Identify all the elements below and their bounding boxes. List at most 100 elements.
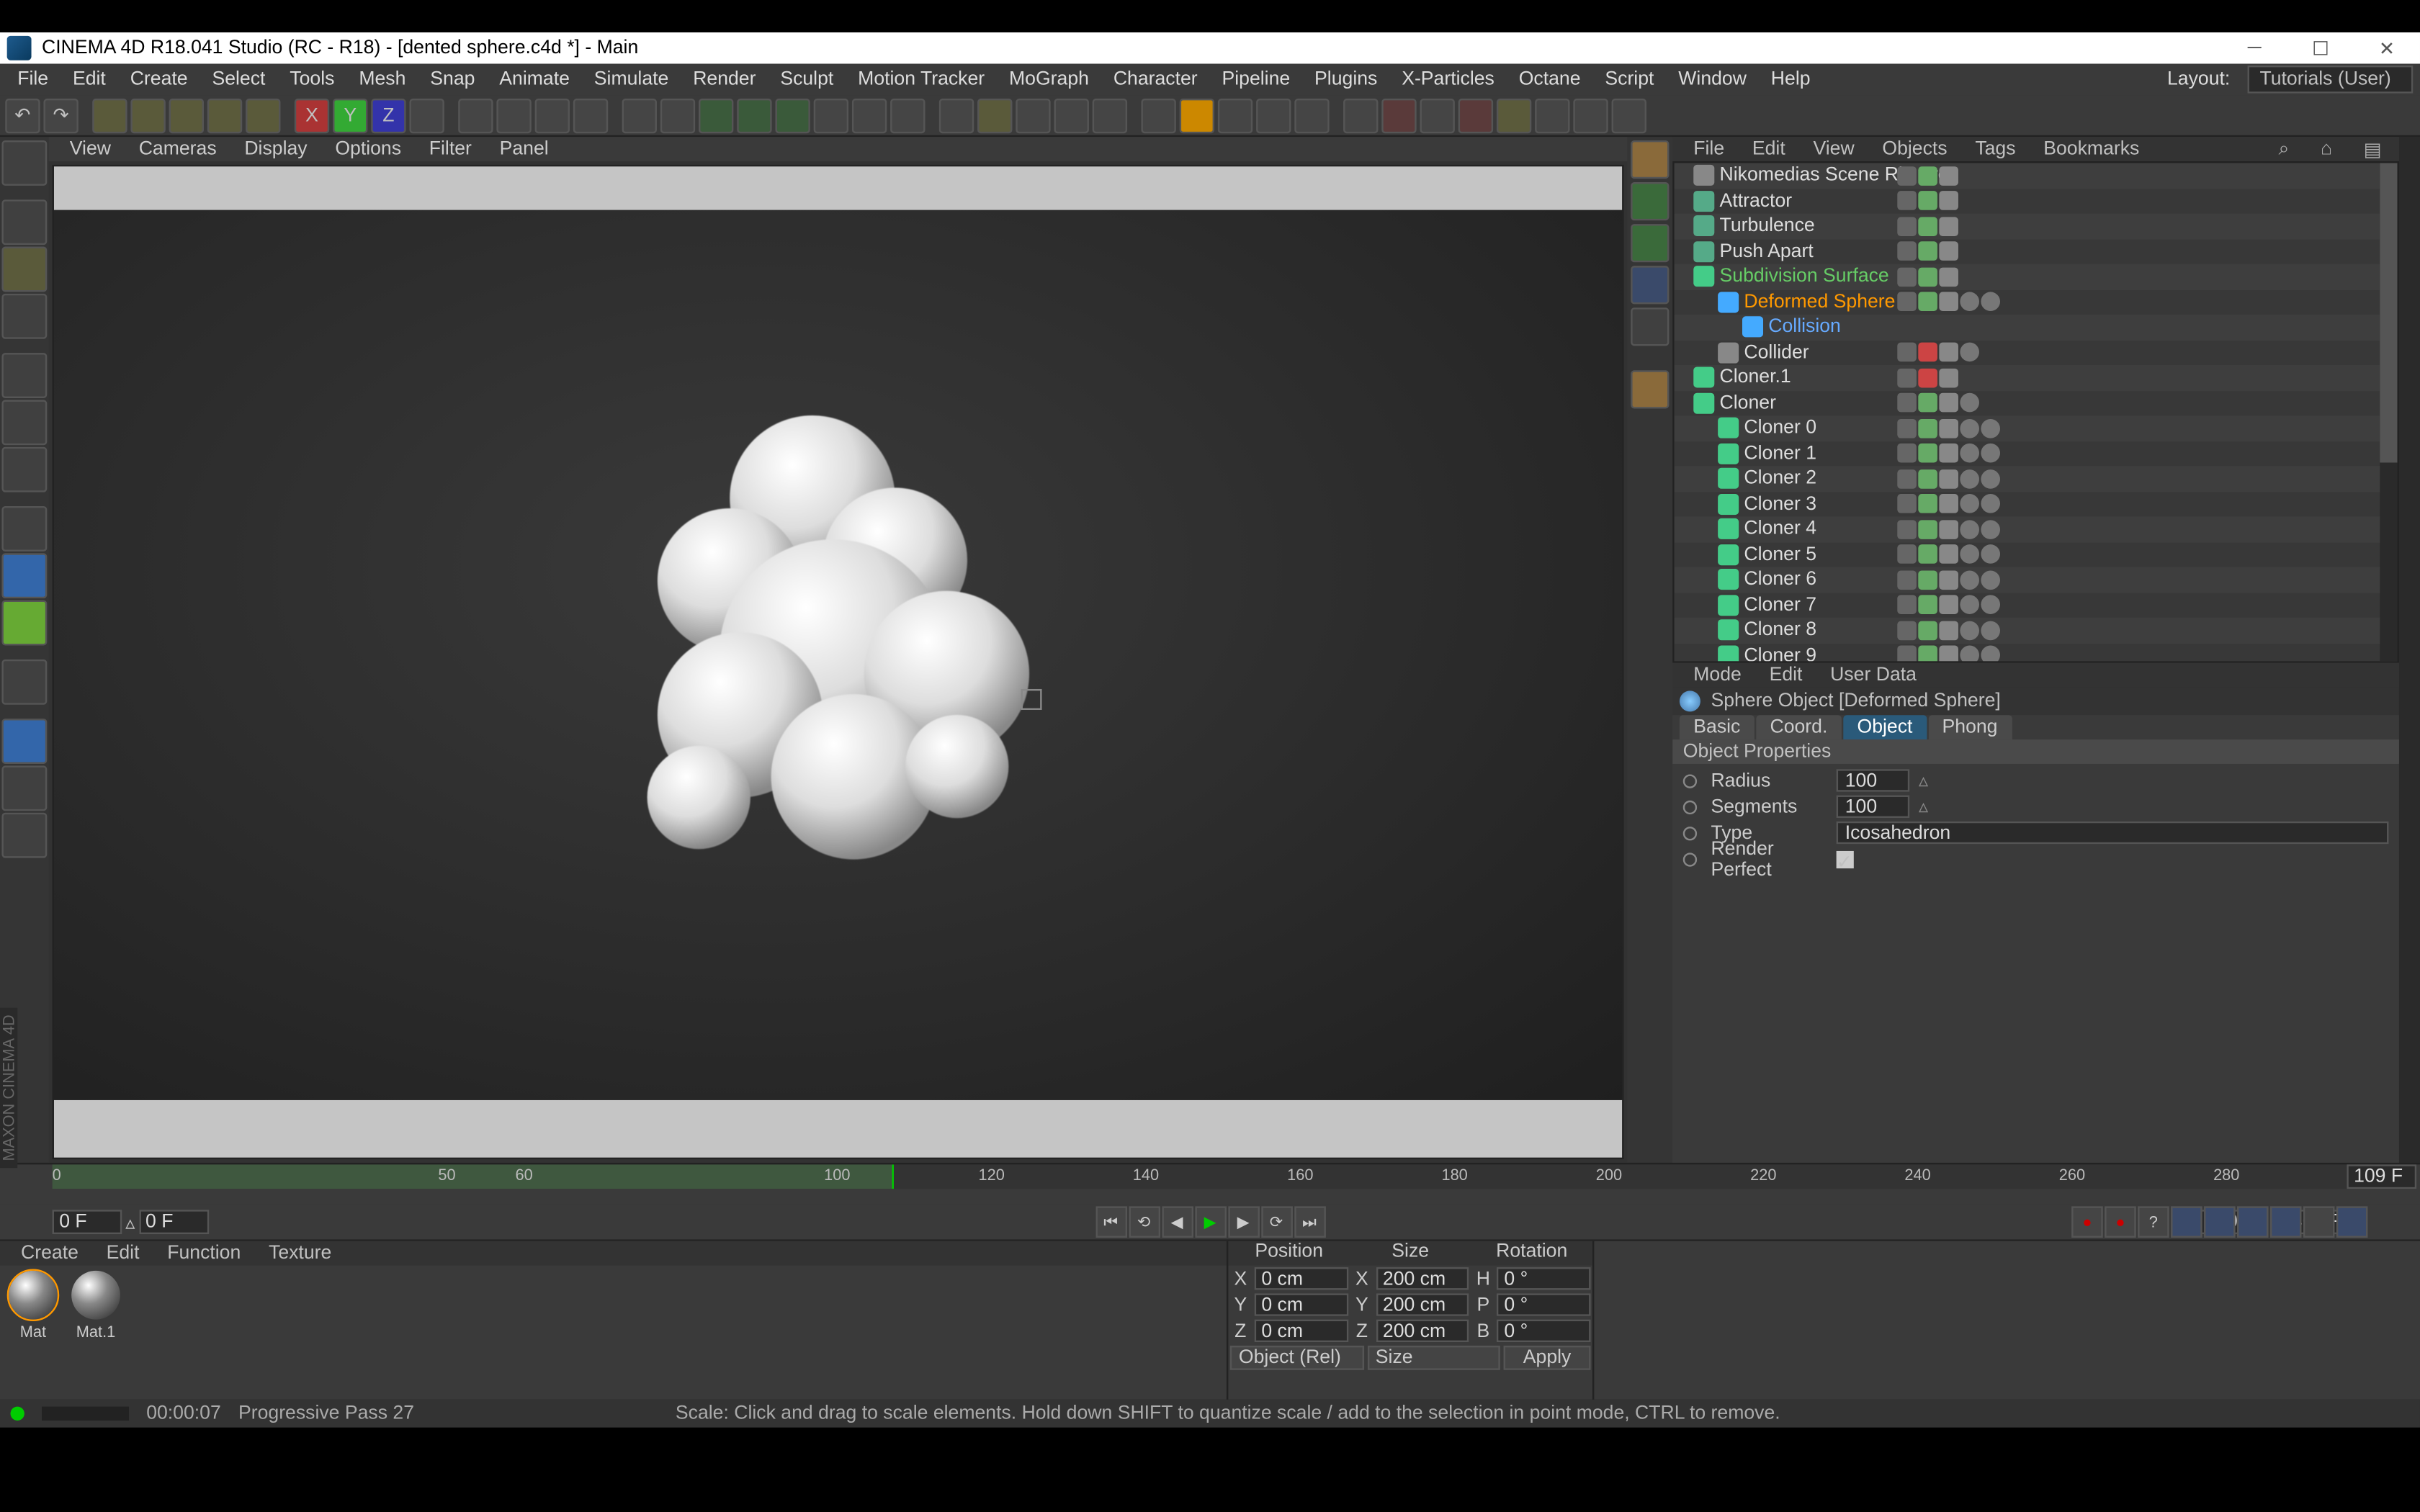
planar-workplane-button[interactable] (1, 719, 47, 764)
coord-input[interactable]: 200 cm (1376, 1320, 1469, 1342)
tag-icon[interactable] (1960, 621, 1979, 640)
spinner-icon[interactable]: ▵ (1917, 796, 1930, 818)
tree-row[interactable]: Cloner.1 (1675, 365, 2398, 390)
vp-menu-panel[interactable]: Panel (489, 139, 559, 160)
object-name[interactable]: Cloner 8 (1744, 620, 2397, 641)
tree-row[interactable]: Cloner 1 (1675, 441, 2398, 466)
vp-menu-filter[interactable]: Filter (418, 139, 482, 160)
render-view-button[interactable] (458, 98, 493, 132)
tag-icon[interactable] (1897, 418, 1917, 438)
tag-icon[interactable] (1918, 570, 1937, 590)
type-select[interactable]: Icosahedron (1837, 822, 2389, 844)
tag-icon[interactable] (1981, 595, 2000, 615)
octane-button-7[interactable] (1573, 98, 1608, 132)
redo-button[interactable]: ↷ (43, 98, 78, 132)
tag-icon[interactable] (1918, 595, 1937, 615)
menu-xparticles[interactable]: X-Particles (1392, 69, 1505, 90)
plugin-button-1[interactable] (1141, 98, 1175, 132)
select-tool-button[interactable] (92, 98, 127, 132)
coord-input[interactable]: 0 ° (1497, 1293, 1591, 1315)
object-name[interactable]: Cloner 3 (1744, 493, 2397, 514)
tree-row[interactable]: Cloner 9 (1675, 643, 2398, 663)
octane-button-4[interactable] (1458, 98, 1493, 132)
menu-animate[interactable]: Animate (489, 69, 581, 90)
tag-icon[interactable] (1981, 545, 2000, 564)
tag-icon[interactable] (1981, 646, 2000, 663)
material-slot[interactable]: Mat.1 (68, 1271, 123, 1395)
keyframe-dot-icon[interactable] (1683, 773, 1697, 787)
om-menu-objects[interactable]: Objects (1872, 139, 1958, 160)
tag-icon[interactable] (1981, 495, 2000, 514)
octane-button-6[interactable] (1535, 98, 1569, 132)
tag-icon[interactable] (1981, 621, 2000, 640)
menu-render[interactable]: Render (683, 69, 766, 90)
tree-row[interactable]: Cloner 5 (1675, 542, 2398, 567)
om-menu-file[interactable]: File (1683, 139, 1735, 160)
menu-script[interactable]: Script (1595, 69, 1664, 90)
tag-icon[interactable] (1939, 495, 1958, 514)
menu-snap[interactable]: Snap (420, 69, 485, 90)
move-tool-button[interactable] (130, 98, 165, 132)
z-axis-lock-button[interactable]: Z (371, 98, 405, 132)
tag-icon[interactable] (1918, 393, 1937, 413)
tree-row[interactable]: Cloner 0 (1675, 415, 2398, 441)
tag-icon[interactable] (1897, 292, 1917, 312)
coord-input[interactable]: 0 cm (1255, 1267, 1348, 1290)
coord-input[interactable]: 0 cm (1255, 1320, 1348, 1342)
null-button[interactable] (622, 98, 657, 132)
tag-icon[interactable] (1897, 469, 1917, 489)
tag-icon[interactable] (1960, 418, 1979, 438)
viewport-solo-button[interactable] (1, 553, 47, 598)
tab-object[interactable]: Object (1843, 715, 1927, 739)
tag-icon[interactable] (1960, 495, 1979, 514)
tag-icon[interactable] (1897, 343, 1917, 362)
tree-row[interactable]: Cloner 2 (1675, 466, 2398, 491)
light-button[interactable] (890, 98, 925, 132)
render-settings-button[interactable] (573, 98, 608, 132)
tag-icon[interactable] (1960, 570, 1979, 590)
mat-menu-create[interactable]: Create (11, 1243, 89, 1264)
timeline[interactable]: 05060100120140160180200220240260280300 1… (0, 1163, 2420, 1205)
octane-button-2[interactable] (1381, 98, 1416, 132)
lasttool-button[interactable] (246, 98, 280, 132)
menu-help[interactable]: Help (1760, 69, 1821, 90)
tag-icon[interactable] (1960, 444, 1979, 463)
render-pv-button[interactable] (535, 98, 570, 132)
tag-icon[interactable] (1981, 570, 2000, 590)
tag-icon[interactable] (1918, 166, 1937, 186)
palette-cube-button[interactable] (1631, 140, 1669, 179)
deformer-button[interactable] (775, 98, 810, 132)
scale-tool-button[interactable] (169, 98, 204, 132)
tag-icon[interactable] (1939, 166, 1958, 186)
segments-input[interactable]: 100 (1837, 796, 1910, 818)
tag-icon[interactable] (1897, 570, 1917, 590)
mat-menu-edit[interactable]: Edit (96, 1243, 150, 1264)
menu-edit[interactable]: Edit (62, 69, 116, 90)
tree-row[interactable]: Cloner 8 (1675, 618, 2398, 643)
om-menu-bookmarks[interactable]: Bookmarks (2033, 139, 2150, 160)
key-pla-button[interactable] (2303, 1206, 2335, 1238)
tag-icon[interactable] (1897, 368, 1917, 387)
tag-icon[interactable] (1960, 595, 1979, 615)
menu-character[interactable]: Character (1103, 69, 1208, 90)
close-button[interactable]: ✕ (2354, 32, 2420, 64)
tab-phong[interactable]: Phong (1928, 715, 2012, 739)
tag-icon[interactable] (1897, 166, 1917, 186)
tree-row[interactable]: Turbulence (1675, 214, 2398, 239)
menu-create[interactable]: Create (120, 69, 198, 90)
maximize-button[interactable]: ☐ (2287, 32, 2354, 64)
tag-icon[interactable] (1939, 595, 1958, 615)
tool-button-4[interactable] (1093, 98, 1127, 132)
tag-icon[interactable] (1897, 217, 1917, 236)
tag-icon[interactable] (1918, 444, 1937, 463)
tag-icon[interactable] (1897, 520, 1917, 539)
octane-button-8[interactable] (1612, 98, 1646, 132)
start-frame-input[interactable]: 0 F (53, 1210, 122, 1234)
tree-row[interactable]: Cloner 3 (1675, 491, 2398, 516)
render-region-button[interactable] (496, 98, 531, 132)
coord-input[interactable]: 200 cm (1376, 1267, 1469, 1290)
points-mode-button[interactable] (1, 353, 47, 398)
scrollbar[interactable] (2380, 163, 2397, 661)
generator-button[interactable] (737, 98, 771, 132)
object-name[interactable]: Cloner 6 (1744, 570, 2397, 590)
